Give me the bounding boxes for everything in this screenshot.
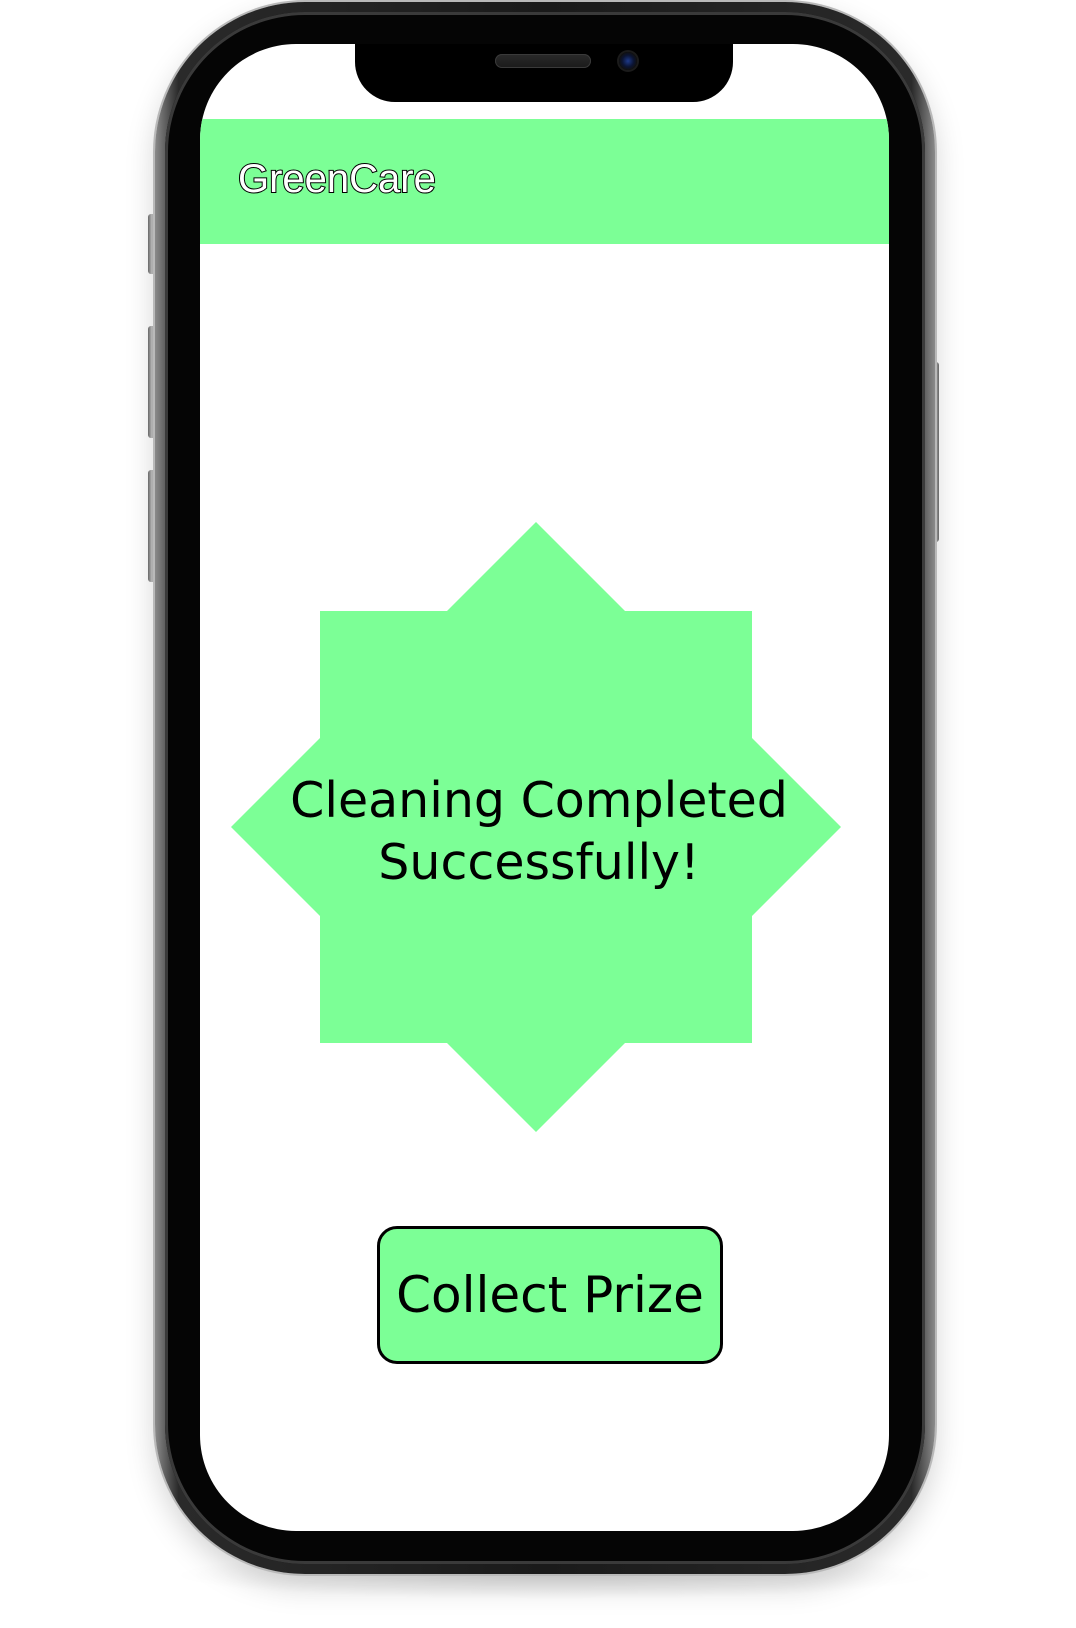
success-message-line1: Cleaning Completed	[290, 772, 788, 829]
success-message: Cleaning Completed Successfully!	[229, 770, 849, 894]
front-camera	[619, 52, 637, 70]
mockup-stage: GreenCare Cleaning Completed Successfull…	[0, 0, 1076, 1628]
app-title: GreenCare	[237, 157, 437, 201]
collect-prize-button[interactable]: Collect Prize	[377, 1226, 723, 1364]
phone-screen: GreenCare Cleaning Completed Successfull…	[200, 44, 889, 1531]
notch	[355, 44, 733, 102]
speaker-grille	[495, 54, 591, 68]
app-header: GreenCare	[200, 119, 889, 244]
success-message-line2: Successfully!	[378, 834, 700, 891]
success-badge: Cleaning Completed Successfully!	[229, 500, 869, 1140]
